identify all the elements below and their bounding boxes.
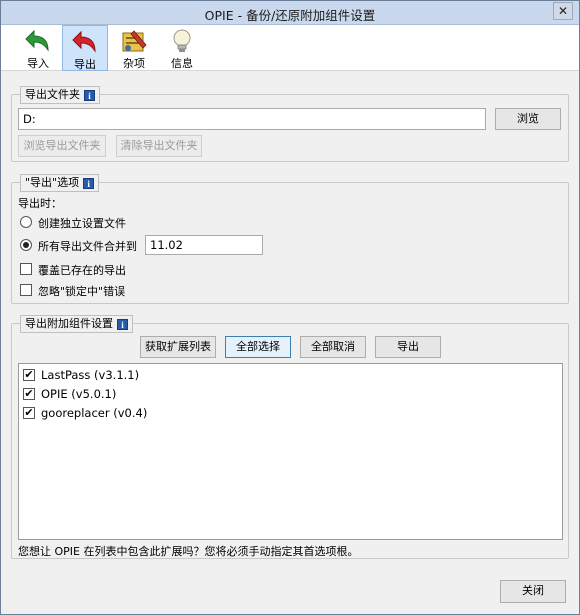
- separate-files-label[interactable]: 创建独立设置文件: [38, 215, 126, 231]
- merge-files-radio[interactable]: [20, 239, 32, 251]
- addon-hint-text: 您想让 OPIE 在列表中包含此扩展吗？您将必须手动指定其首选项根。: [18, 545, 359, 558]
- export-arrow-icon: [72, 30, 96, 53]
- toolbar-export-button[interactable]: 导出: [62, 25, 108, 71]
- export-options-group-title: "导出"选项 i: [20, 174, 100, 192]
- separate-files-radio[interactable]: [20, 216, 32, 228]
- export-options-title-text: "导出"选项: [25, 176, 80, 189]
- addon-name[interactable]: LastPass (v3.1.1): [41, 368, 139, 382]
- addon-checkbox[interactable]: ✔: [23, 407, 35, 419]
- addon-name[interactable]: gooreplacer (v0.4): [41, 406, 147, 420]
- toolbar-misc-button[interactable]: 杂项: [111, 25, 157, 71]
- export-when-label: 导出时：: [18, 197, 62, 210]
- toolbar-import-label: 导入: [27, 57, 49, 70]
- overwrite-label[interactable]: 覆盖已存在的导出: [38, 262, 126, 278]
- addon-settings-group-title: 导出附加组件设置 i: [20, 315, 133, 333]
- addon-name[interactable]: OPIE (v5.0.1): [41, 387, 116, 401]
- addon-checkbox[interactable]: ✔: [23, 369, 35, 381]
- info-icon[interactable]: i: [117, 319, 128, 330]
- browse-export-folder-button[interactable]: 浏览导出文件夹: [18, 135, 106, 157]
- ignore-locked-label[interactable]: 忽略"锁定中"错误: [38, 283, 125, 299]
- addon-list[interactable]: ✔ LastPass (v3.1.1) ✔ OPIE (v5.0.1) ✔ go…: [18, 363, 563, 540]
- toolbar-info-button[interactable]: 信息: [159, 25, 205, 71]
- export-folder-title-text: 导出文件夹: [25, 88, 80, 101]
- addon-settings-group: 导出附加组件设置 i 获取扩展列表 全部选择 全部取消 导出 ✔ LastPass…: [11, 315, 569, 559]
- toolbar-info-label: 信息: [171, 57, 193, 70]
- toolbar-export-label: 导出: [74, 58, 96, 71]
- window-title: OPIE - 备份/还原附加组件设置: [204, 8, 376, 23]
- export-folder-group: 导出文件夹 i D: 浏览 浏览导出文件夹 清除导出文件夹: [11, 86, 569, 162]
- export-folder-group-title: 导出文件夹 i: [20, 86, 100, 104]
- addon-settings-title-text: 导出附加组件设置: [25, 317, 113, 330]
- clear-export-folder-button[interactable]: 清除导出文件夹: [116, 135, 202, 157]
- export-options-group: "导出"选项 i 导出时： 创建独立设置文件 所有导出文件合并到 11.02 覆盖…: [11, 174, 569, 304]
- select-all-button[interactable]: 全部选择: [225, 336, 291, 358]
- info-bulb-icon: [173, 29, 191, 52]
- addon-checkbox[interactable]: ✔: [23, 388, 35, 400]
- window-close-button[interactable]: ✕: [553, 2, 573, 20]
- export-path-input[interactable]: D:: [18, 108, 486, 130]
- misc-tools-icon: [122, 30, 147, 52]
- close-button[interactable]: 关闭: [500, 580, 566, 603]
- merge-files-label[interactable]: 所有导出文件合并到: [38, 238, 137, 254]
- deselect-all-button[interactable]: 全部取消: [300, 336, 366, 358]
- get-extension-list-button[interactable]: 获取扩展列表: [140, 336, 216, 358]
- info-icon[interactable]: i: [84, 90, 95, 101]
- import-arrow-icon: [25, 29, 49, 52]
- toolbar-misc-label: 杂项: [123, 57, 145, 70]
- merge-filename-input[interactable]: 11.02: [145, 235, 263, 255]
- info-icon[interactable]: i: [83, 178, 95, 189]
- ignore-locked-checkbox[interactable]: [20, 284, 32, 296]
- export-addons-button[interactable]: 导出: [375, 336, 441, 358]
- title-bar[interactable]: OPIE - 备份/还原附加组件设置 ✕: [1, 1, 579, 25]
- overwrite-checkbox[interactable]: [20, 263, 32, 275]
- opie-window: OPIE - 备份/还原附加组件设置 ✕ 导入 导出 杂项 信息 导出文件夹 i…: [0, 0, 580, 615]
- toolbar-import-button[interactable]: 导入: [15, 25, 61, 71]
- browse-button[interactable]: 浏览: [495, 108, 561, 130]
- toolbar: 导入 导出 杂项 信息: [1, 25, 579, 71]
